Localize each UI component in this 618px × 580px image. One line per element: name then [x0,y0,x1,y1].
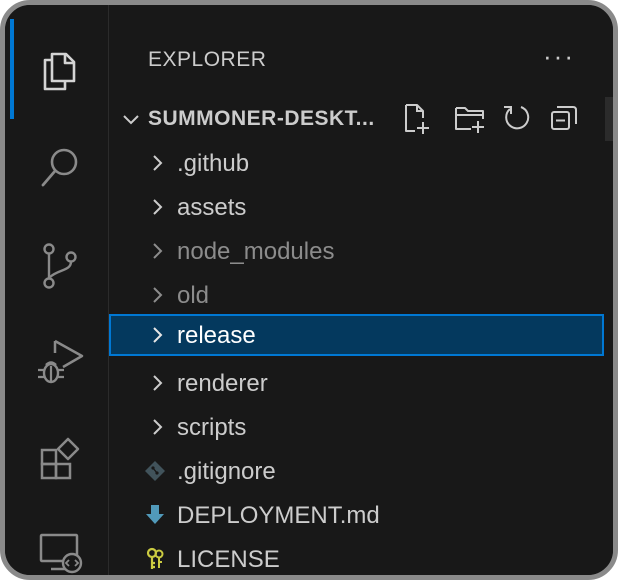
git-icon [145,461,165,481]
tree-item-scripts[interactable]: scripts [109,406,604,448]
tree-item-github[interactable]: .github [109,142,604,184]
chevron-right-icon [153,243,163,259]
license-key-icon [146,547,164,569]
more-actions-button[interactable]: ··· [543,41,575,72]
tree-item-license[interactable]: LICENSE [109,538,604,575]
run-debug-icon[interactable] [35,337,85,387]
workspace-title: SUMMONER-DESKT... [148,107,375,130]
refresh-icon[interactable] [499,101,533,135]
tree-item-label: DEPLOYMENT.md [177,502,380,529]
new-folder-icon[interactable] [453,101,487,135]
chevron-right-icon [153,375,163,391]
chevron-right-icon [153,419,163,435]
tree-item-node-modules[interactable]: node_modules [109,230,604,272]
chevron-right-icon [153,199,163,215]
tree-item-assets[interactable]: assets [109,186,604,228]
tree-item-label: renderer [177,370,268,397]
scroll-shadow [605,97,613,141]
tree-item-gitignore[interactable]: .gitignore [109,450,604,492]
tree-item-deployment-md[interactable]: DEPLOYMENT.md [109,494,604,536]
activity-bar [5,5,109,575]
tree-item-label: .gitignore [177,458,276,485]
new-file-icon[interactable] [399,101,433,135]
explorer-sidebar: EXPLORER ··· SUMMONER-DESKT... .github a… [109,5,613,575]
chevron-right-icon [153,155,163,171]
remote-explorer-icon[interactable] [35,527,85,575]
collapse-all-icon[interactable] [547,101,581,135]
tree-item-label: node_modules [177,238,335,265]
explorer-title: EXPLORER [148,48,267,71]
tree-item-label: old [177,282,210,309]
tree-item-label: .github [177,150,250,177]
tree-item-old[interactable]: old [109,274,604,316]
tree-item-label: scripts [177,414,247,441]
extensions-icon[interactable] [35,435,85,485]
source-control-icon[interactable] [35,241,85,291]
chevron-right-icon [153,327,163,343]
search-icon[interactable] [35,143,85,193]
tree-item-label: release [177,322,256,349]
tree-item-label: LICENSE [177,546,280,573]
workspace-section-header[interactable]: SUMMONER-DESKT... [109,97,613,141]
files-icon[interactable] [35,45,85,95]
tree-item-release[interactable]: release [109,314,604,356]
tree-item-label: assets [177,194,247,221]
tree-item-renderer[interactable]: renderer [109,362,604,404]
chevron-down-icon [123,115,139,125]
active-indicator [10,19,14,119]
markdown-download-icon [146,505,164,524]
chevron-right-icon [153,287,163,303]
vscode-window: EXPLORER ··· SUMMONER-DESKT... .github a… [0,0,618,580]
